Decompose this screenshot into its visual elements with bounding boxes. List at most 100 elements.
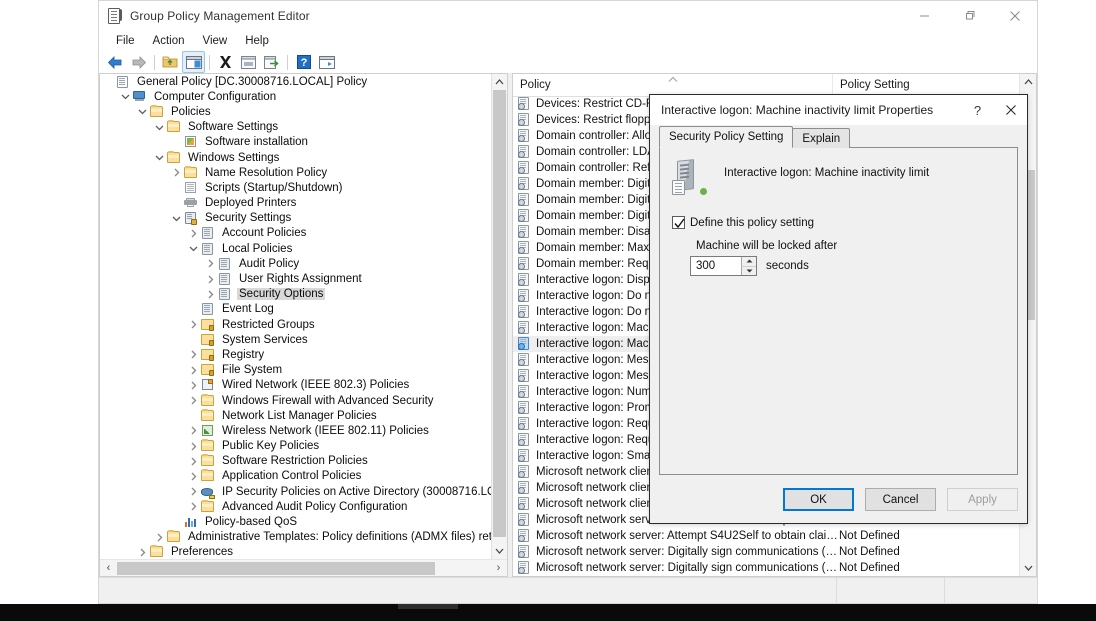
dialog-help-button[interactable]: ? [961, 95, 994, 125]
table-row[interactable]: Microsoft network server: Attempt S4U2Se… [513, 528, 1019, 544]
chevron-right-icon[interactable] [136, 546, 149, 559]
tab-explain[interactable]: Explain [792, 128, 851, 148]
tree-item-security-settings[interactable]: Security Settings [100, 211, 491, 226]
cancel-button[interactable]: Cancel [865, 488, 936, 511]
chevron-right-icon[interactable] [204, 257, 217, 270]
tree-item-ip-security-policies-on-active-directory-3[interactable]: IP Security Policies on Active Directory… [100, 484, 491, 499]
tree-item-deployed-printers[interactable]: Deployed Printers [100, 196, 491, 211]
chevron-right-icon[interactable] [187, 500, 200, 513]
tree-item-windows-settings[interactable]: Windows Settings [100, 150, 491, 165]
menu-item-file[interactable]: File [107, 33, 144, 49]
tree-item-windows-firewall-with-advanced-security[interactable]: Windows Firewall with Advanced Security [100, 393, 491, 408]
back-icon[interactable] [104, 51, 127, 73]
chevron-right-icon[interactable] [204, 288, 217, 301]
tree-item-preferences[interactable]: Preferences [100, 545, 491, 559]
tree-item-wireless-network-ieee-802-11-policies[interactable]: Wireless Network (IEEE 802.11) Policies [100, 423, 491, 438]
chevron-right-icon[interactable] [187, 424, 200, 437]
tree-item-name-resolution-policy[interactable]: Name Resolution Policy [100, 165, 491, 180]
chevron-right-icon[interactable] [187, 318, 200, 331]
column-header-policy[interactable]: Policy [513, 74, 833, 96]
inactivity-limit-value[interactable]: 300 [691, 260, 715, 272]
show-hide-console-tree-icon[interactable] [182, 51, 205, 73]
tree-item-network-list-manager-policies[interactable]: Network List Manager Policies [100, 408, 491, 423]
tab-security-policy-setting[interactable]: Security Policy Setting [659, 126, 794, 148]
chevron-down-icon[interactable] [153, 151, 166, 164]
tree-item-software-settings[interactable]: Software Settings [100, 120, 491, 135]
spinner-up-icon[interactable] [741, 257, 756, 267]
chevron-right-icon[interactable] [187, 485, 200, 498]
chevron-right-icon[interactable] [187, 440, 200, 453]
tree-item-wired-network-ieee-802-3-policies[interactable]: Wired Network (IEEE 802.3) Policies [100, 378, 491, 393]
tree-item-general-policy-dc-30008716-local-policy[interactable]: General Policy [DC.30008716.LOCAL] Polic… [100, 74, 491, 89]
chevron-right-icon[interactable] [187, 227, 200, 240]
tree-hscrollbar-thumb[interactable] [117, 561, 435, 575]
tree-item-event-log[interactable]: Event Log [100, 302, 491, 317]
chevron-right-icon[interactable] [170, 166, 183, 179]
tree-item-file-system[interactable]: File System [100, 363, 491, 378]
tree-item-security-options[interactable]: Security Options [100, 287, 491, 302]
tree-scroll-left-icon[interactable]: ‹ [100, 562, 117, 574]
tree-item-software-restriction-policies[interactable]: Software Restriction Policies [100, 454, 491, 469]
tree-scroll-right-icon[interactable]: › [490, 562, 507, 574]
tree-item-public-key-policies[interactable]: Public Key Policies [100, 439, 491, 454]
tree-item-registry[interactable]: Registry [100, 347, 491, 362]
chevron-down-icon[interactable] [153, 121, 166, 134]
chevron-right-icon[interactable] [187, 470, 200, 483]
console-tree[interactable]: General Policy [DC.30008716.LOCAL] Polic… [100, 74, 491, 559]
tree-item-scripts-startup-shutdown[interactable]: Scripts (Startup/Shutdown) [100, 180, 491, 195]
show-details-icon[interactable] [315, 51, 338, 73]
maximize-button[interactable] [947, 1, 992, 30]
tree-item-software-installation[interactable]: Software installation [100, 135, 491, 150]
spinner-down-icon[interactable] [741, 266, 756, 275]
list-scroll-down-icon[interactable] [1020, 560, 1036, 576]
tree-item-computer-configuration[interactable]: Computer Configuration [100, 89, 491, 104]
properties-icon[interactable] [237, 51, 260, 73]
tree-item-policy-based-qos[interactable]: Policy-based QoS [100, 514, 491, 529]
menu-item-help[interactable]: Help [236, 33, 278, 49]
chevron-right-icon[interactable] [187, 364, 200, 377]
chevron-right-icon[interactable] [153, 531, 166, 544]
table-row[interactable]: Microsoft network server: Digitally sign… [513, 560, 1019, 576]
tree-scroll-down-icon[interactable] [492, 543, 507, 559]
minimize-button[interactable] [902, 1, 947, 30]
tree-item-audit-policy[interactable]: Audit Policy [100, 256, 491, 271]
delete-icon[interactable] [214, 51, 237, 73]
chevron-down-icon[interactable] [170, 212, 183, 225]
chevron-down-icon[interactable] [119, 90, 132, 103]
chevron-down-icon[interactable] [187, 242, 200, 255]
menu-item-view[interactable]: View [194, 33, 237, 49]
menu-item-action[interactable]: Action [144, 33, 194, 49]
tree-item-application-control-policies[interactable]: Application Control Policies [100, 469, 491, 484]
inactivity-limit-spinner[interactable]: 300 [690, 256, 757, 276]
tree-item-restricted-groups[interactable]: Restricted Groups [100, 317, 491, 332]
tree-item-policies[interactable]: Policies [100, 104, 491, 119]
column-header-policy-setting[interactable]: Policy Setting [833, 74, 1019, 96]
chevron-right-icon[interactable] [187, 348, 200, 361]
dialog-close-button[interactable] [994, 95, 1027, 125]
tree-item-advanced-audit-policy-configuration[interactable]: Advanced Audit Policy Configuration [100, 499, 491, 514]
tree-scroll-up-icon[interactable] [492, 74, 507, 90]
chevron-right-icon[interactable] [187, 394, 200, 407]
chevron-right-icon[interactable] [187, 455, 200, 468]
chevron-right-icon[interactable] [204, 273, 217, 286]
tree-item-system-services[interactable]: System Services [100, 332, 491, 347]
tree-horizontal-scrollbar[interactable]: ‹ › [100, 559, 507, 576]
forward-icon[interactable] [127, 51, 150, 73]
list-scroll-up-icon[interactable] [1020, 74, 1036, 90]
help-icon[interactable]: ? [292, 51, 315, 73]
tree-item-user-rights-assignment[interactable]: User Rights Assignment [100, 271, 491, 286]
close-button[interactable] [992, 1, 1037, 30]
tree-item-account-policies[interactable]: Account Policies [100, 226, 491, 241]
define-policy-checkbox-row[interactable]: Define this policy setting [672, 216, 1017, 229]
chevron-down-icon[interactable] [136, 105, 149, 118]
tree-vertical-scrollbar[interactable] [491, 74, 507, 559]
export-list-icon[interactable] [260, 51, 283, 73]
define-policy-checkbox[interactable] [672, 216, 685, 229]
tree-item-local-policies[interactable]: Local Policies [100, 241, 491, 256]
table-row[interactable]: Microsoft network server: Digitally sign… [513, 544, 1019, 560]
tree-scrollbar-thumb[interactable] [493, 90, 506, 537]
tree-item-administrative-templates-policy-definition[interactable]: Administrative Templates: Policy definit… [100, 530, 491, 545]
up-one-level-icon[interactable] [159, 51, 182, 73]
ok-button[interactable]: OK [783, 488, 854, 511]
chevron-right-icon[interactable] [187, 379, 200, 392]
